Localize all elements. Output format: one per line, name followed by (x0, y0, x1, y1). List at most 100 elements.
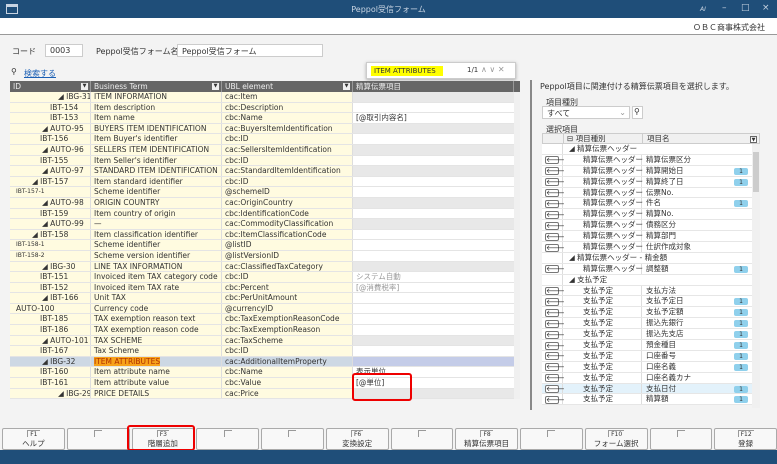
list-item[interactable]: 🡐 精算伝票ヘッダー 調整額 1 (542, 263, 752, 275)
col-map[interactable]: 精算伝票項目 (353, 81, 514, 92)
table-row[interactable]: IBT-158-2 Scheme version identifier @lis… (10, 250, 520, 262)
table-row[interactable]: IBT-167 Tax Scheme cbc:ID (10, 346, 520, 357)
panel-splitter[interactable] (530, 80, 532, 410)
col-ubl[interactable]: UBL element ▼ (222, 81, 353, 92)
cell-mapping[interactable] (353, 314, 514, 325)
assign-arrow-button[interactable]: 🡐 (545, 363, 565, 372)
fkey-button[interactable] (196, 428, 259, 450)
cell-mapping[interactable] (353, 92, 514, 102)
list-item[interactable]: 🡐 精算伝票ヘッダー 仕訳作成対象 (542, 242, 752, 253)
list-item[interactable]: 🡐 支払予定 振込先銀行 1 (542, 318, 752, 330)
table-row[interactable]: ◢ IBT-158 Item classification identifier… (10, 229, 520, 241)
table-row[interactable]: IBT-158-1 Scheme identifier @listID (10, 240, 520, 251)
table-row[interactable]: IBT-154 Item description cbc:Description (10, 102, 520, 114)
table-row[interactable]: IBT-157-1 Scheme identifier @schemeID (10, 187, 520, 198)
type-search-button[interactable]: ⚲ (632, 106, 643, 119)
minimize-button[interactable]: – (722, 3, 727, 13)
table-row[interactable]: IBT-160 Item attribute name cbc:Name 表示単… (10, 367, 520, 379)
list-item[interactable]: 🡐 精算伝票ヘッダー 伝票No. (542, 187, 752, 199)
table-row[interactable]: IBT-151 Invoiced item TAX category code … (10, 272, 520, 283)
list-item[interactable]: 🡐 精算伝票ヘッダー 件名 1 (542, 198, 752, 210)
assign-arrow-button[interactable]: 🡐 (545, 385, 565, 394)
cell-mapping[interactable] (353, 144, 514, 155)
table-row[interactable]: ◢ AUTO-95 BUYERS ITEM IDENTIFICATION cac… (10, 123, 520, 135)
table-row[interactable]: ◢ AUTO-97 STANDARD ITEM IDENTIFICATION c… (10, 166, 520, 177)
list-item[interactable]: 🡐 支払予定 支払予定日 1 (542, 296, 752, 308)
assign-arrow-button[interactable]: 🡐 (545, 341, 565, 350)
find-input[interactable]: ITEM ATTRIBUTES (371, 66, 443, 76)
cell-mapping[interactable] (353, 155, 514, 166)
table-row[interactable]: ◢ AUTO-99 — cac:CommodityClassification (10, 219, 520, 230)
table-row[interactable]: ◢ AUTO-101 TAX SCHEME cac:TaxScheme (10, 335, 520, 347)
cell-mapping[interactable] (353, 303, 514, 314)
assign-arrow-button[interactable]: 🡐 (545, 210, 565, 219)
cell-mapping[interactable]: システム自動 (353, 272, 514, 282)
assign-arrow-button[interactable]: 🡐 (545, 308, 565, 317)
fkey-button[interactable]: F1 ヘルプ (2, 428, 65, 450)
assign-arrow-button[interactable]: 🡐 (545, 265, 565, 274)
fkey-button[interactable] (261, 428, 324, 450)
close-button[interactable]: × (762, 3, 770, 13)
cell-mapping[interactable] (353, 325, 514, 335)
table-row[interactable]: ◢ IBG-32 ITEM ATTRIBUTES cac:AdditionalI… (10, 356, 520, 368)
cell-mapping[interactable] (353, 102, 514, 113)
list-item[interactable]: 🡐 支払予定 支払予定額 1 (542, 307, 752, 319)
col-type[interactable]: ⊟ 項目種別 (564, 134, 643, 143)
table-row[interactable]: IBT-153 Item name cbc:Name [@取引内容名] (10, 113, 520, 124)
fkey-button[interactable]: F12 登録 (714, 428, 777, 450)
list-item[interactable]: ◢ 精算伝票ヘッダー (542, 144, 752, 155)
assign-arrow-button[interactable]: 🡐 (545, 330, 565, 339)
search-link[interactable]: 検索する (24, 68, 56, 79)
list-item[interactable]: 🡐 支払予定 口座名義 1 (542, 361, 752, 373)
list-item[interactable]: 🡐 精算伝票ヘッダー 精算部門 (542, 231, 752, 243)
list-scrollbar[interactable] (752, 144, 760, 408)
assign-arrow-button[interactable]: 🡐 (545, 178, 565, 187)
table-row[interactable]: ◢ IBG-31 ITEM INFORMATION cac:Item (10, 92, 520, 103)
fkey-button[interactable]: F8 精算伝票項目 (455, 428, 518, 450)
cell-mapping[interactable] (353, 197, 514, 208)
table-row[interactable]: IBT-161 Item attribute value cbc:Value [… (10, 378, 520, 389)
code-input[interactable]: 0003 (45, 44, 83, 57)
list-item[interactable]: 🡐 支払予定 振込先支店 1 (542, 329, 752, 341)
col-term[interactable]: Business Term ▼ (91, 81, 222, 92)
assign-arrow-button[interactable]: 🡐 (545, 319, 565, 328)
cell-mapping[interactable]: [@消費税率] (353, 282, 514, 293)
cell-mapping[interactable] (353, 240, 514, 250)
assign-arrow-button[interactable]: 🡐 (545, 287, 565, 296)
list-item[interactable]: 🡐 支払予定 預金種目 1 (542, 340, 752, 351)
cell-mapping[interactable] (353, 293, 514, 303)
cell-mapping[interactable] (353, 335, 514, 346)
list-item[interactable]: 🡐 精算伝票ヘッダー 精算伝票区分 (542, 154, 752, 166)
list-item[interactable]: 🡐 精算伝票ヘッダー 債務区分 (542, 220, 752, 232)
table-row[interactable]: ◢ IBG-30 LINE TAX INFORMATION cac:Classi… (10, 261, 520, 273)
list-item[interactable]: 🡐 支払予定 支払日付 1 (542, 383, 752, 395)
list-item[interactable]: ◢ 精算伝票ヘッダー - 精金額 (542, 252, 752, 264)
assign-arrow-button[interactable]: 🡐 (545, 243, 565, 252)
table-row[interactable]: ◢ IBT-157 Item standard identifier cbc:I… (10, 176, 520, 188)
cell-mapping[interactable] (353, 229, 514, 240)
assign-arrow-button[interactable]: 🡐 (545, 221, 565, 230)
filter-icon[interactable]: ▼ (212, 83, 219, 90)
cell-mapping[interactable] (353, 356, 514, 367)
table-row[interactable]: ◢ IBT-166 Unit TAX cbc:PerUnitAmount (10, 293, 520, 304)
assign-arrow-button[interactable]: 🡐 (545, 395, 565, 404)
fkey-button[interactable] (649, 428, 713, 450)
ai-icon[interactable]: AI (700, 6, 706, 13)
filter-icon[interactable]: ▼ (81, 83, 88, 90)
assign-arrow-button[interactable]: 🡐 (545, 297, 565, 306)
filter-icon[interactable]: ▼ (343, 83, 350, 90)
assign-arrow-button[interactable]: 🡐 (545, 374, 565, 383)
list-item[interactable]: 🡐 精算伝票ヘッダー 精算No. (542, 209, 752, 221)
list-item[interactable]: ◢ 支払予定 (542, 274, 752, 286)
assign-arrow-button[interactable]: 🡐 (545, 189, 565, 198)
cell-mapping[interactable] (353, 166, 514, 176)
table-row[interactable]: IBT-152 Invoiced item TAX rate cbc:Perce… (10, 282, 520, 294)
filter-icon[interactable]: ▼ (750, 136, 757, 143)
maximize-button[interactable]: □ (741, 3, 750, 13)
fkey-button[interactable] (520, 428, 583, 450)
table-row[interactable]: AUTO-100 Currency code @currencyID (10, 303, 520, 315)
list-item[interactable]: 🡐 支払予定 口座名義カナ (542, 372, 752, 384)
cell-mapping[interactable] (353, 123, 514, 134)
list-item[interactable]: 🡐 支払予定 支払方法 (542, 285, 752, 297)
table-row[interactable]: ◢ AUTO-98 ORIGIN COUNTRY cac:OriginCount… (10, 197, 520, 209)
